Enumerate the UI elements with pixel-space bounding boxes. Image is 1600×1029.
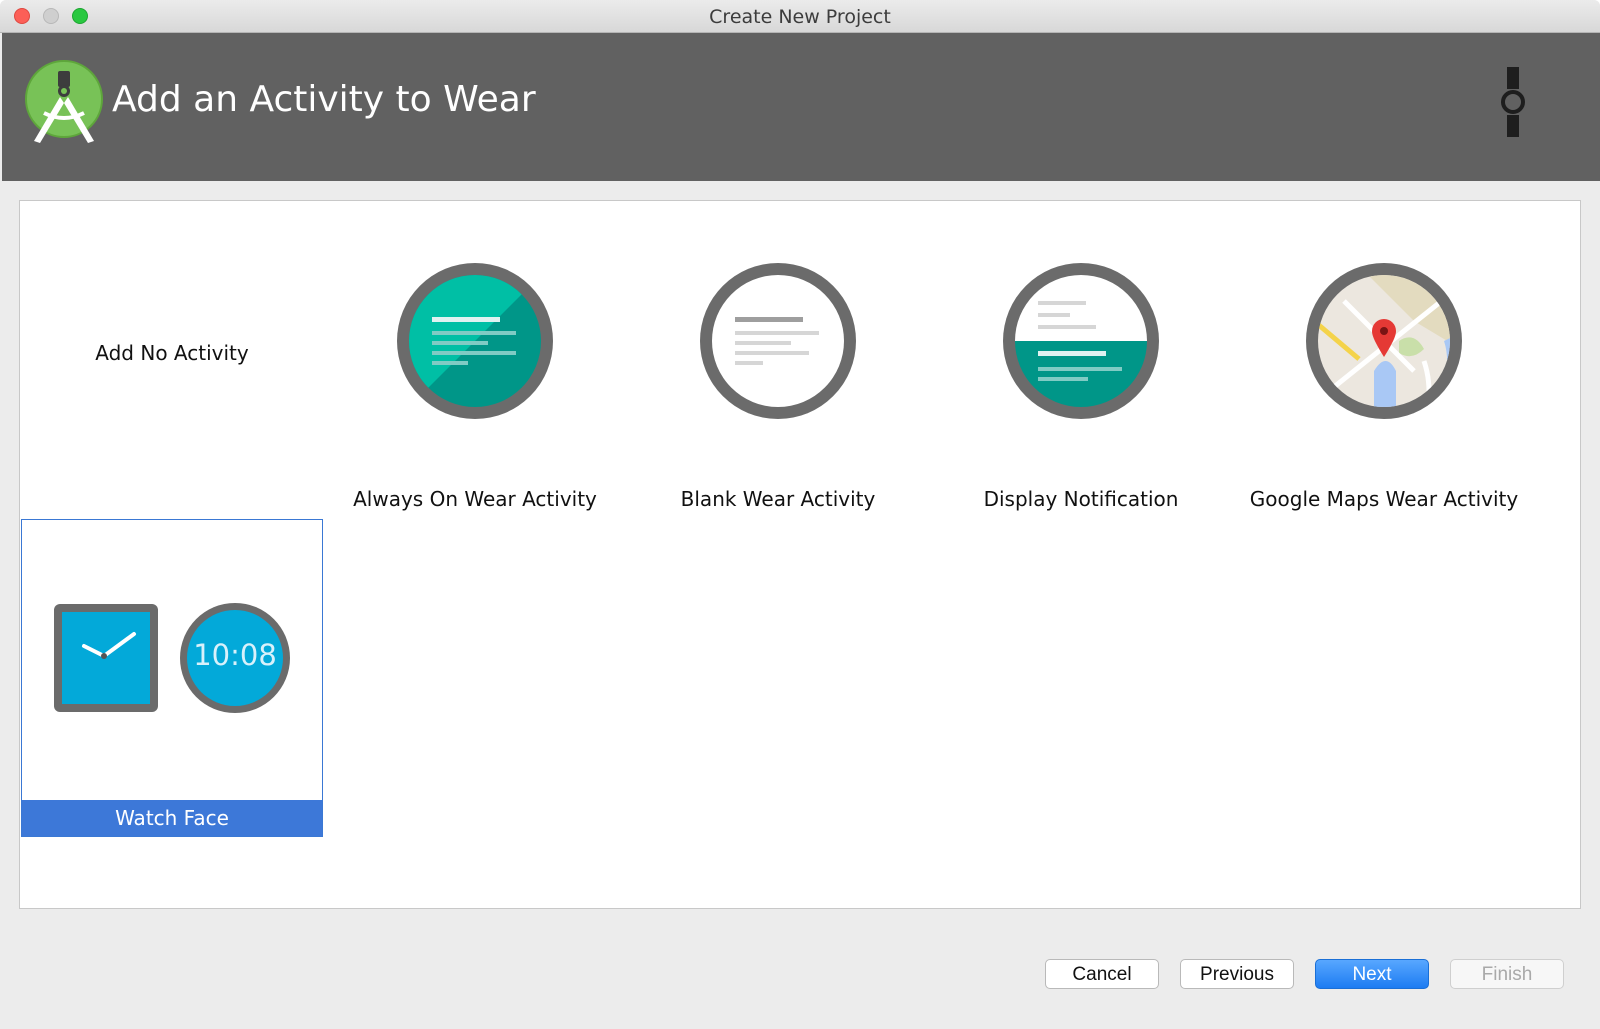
gallery-item-label: Add No Activity — [95, 341, 249, 365]
wizard-header: Add an Activity to Wear — [2, 33, 1600, 181]
next-button[interactable]: Next — [1315, 959, 1429, 989]
create-new-project-window: Create New Project Add an Activity to We… — [0, 0, 1600, 1029]
android-studio-logo-icon — [25, 60, 103, 143]
square-watch-face-icon — [54, 604, 158, 712]
page-title: Add an Activity to Wear — [112, 79, 536, 120]
wear-watch-icon — [1501, 67, 1525, 137]
title-bar: Create New Project — [0, 0, 1600, 33]
always-on-wear-thumbnail — [397, 263, 553, 419]
gallery-item-always-on-wear-activity[interactable]: Always On Wear Activity — [324, 201, 626, 519]
gallery-item-label: Always On Wear Activity — [353, 487, 597, 511]
blank-wear-thumbnail — [700, 263, 856, 419]
google-maps-wear-thumbnail — [1306, 263, 1462, 419]
cancel-button[interactable]: Cancel — [1045, 959, 1159, 989]
gallery-item-label: Watch Face — [22, 800, 322, 836]
window-title: Create New Project — [709, 6, 891, 28]
display-notification-thumbnail — [1003, 263, 1159, 419]
wizard-footer: Cancel Previous Next Finish — [0, 925, 1600, 1029]
gallery-item-watch-face[interactable]: 10:08 Watch Face — [21, 519, 323, 837]
gallery-item-label: Blank Wear Activity — [680, 487, 876, 511]
activity-gallery: Add No Activity Always On Wear Activity — [19, 200, 1581, 909]
gallery-item-label: Display Notification — [983, 487, 1179, 511]
gallery-item-add-no-activity[interactable]: Add No Activity — [21, 201, 323, 519]
watch-face-time: 10:08 — [193, 638, 277, 672]
gallery-item-blank-wear-activity[interactable]: Blank Wear Activity — [627, 201, 929, 519]
previous-button[interactable]: Previous — [1180, 959, 1294, 989]
gallery-item-display-notification[interactable]: Display Notification — [930, 201, 1232, 519]
gallery-item-google-maps-wear-activity[interactable]: Google Maps Wear Activity — [1233, 201, 1535, 519]
finish-button[interactable]: Finish — [1450, 959, 1564, 989]
gallery-item-label: Google Maps Wear Activity — [1249, 487, 1519, 511]
